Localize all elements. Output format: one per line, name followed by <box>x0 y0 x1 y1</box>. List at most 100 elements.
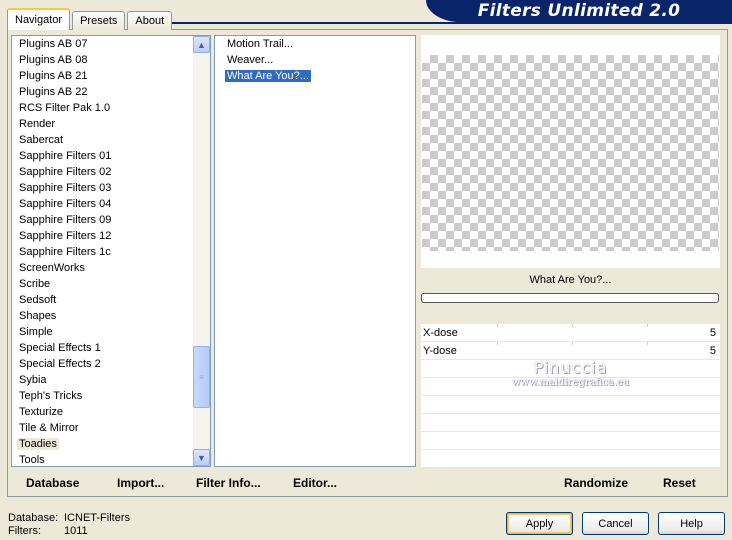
param-label: Y-dose <box>423 345 457 357</box>
cancel-button[interactable]: Cancel <box>582 512 649 535</box>
category-item[interactable]: Special Effects 2 <box>12 356 192 372</box>
category-label: Sapphire Filters 01 <box>19 150 112 162</box>
reset-button[interactable]: Reset <box>663 476 696 490</box>
slider-tick <box>572 324 573 327</box>
param-row-x-dose[interactable]: X-dose 5 <box>421 324 720 342</box>
category-item[interactable]: Plugins AB 22 <box>12 84 192 100</box>
filters-count: 1011 <box>64 525 88 537</box>
randomize-button[interactable]: Randomize <box>564 476 628 490</box>
category-label: Plugins AB 07 <box>19 38 88 50</box>
category-item[interactable]: Sapphire Filters 01 <box>12 148 192 164</box>
progress-bar <box>421 293 719 303</box>
category-label: Shapes <box>19 310 57 322</box>
filter-label: What Are You?... <box>225 70 311 82</box>
category-item[interactable]: Render <box>12 116 192 132</box>
category-item[interactable]: Tools <box>12 452 192 466</box>
category-item[interactable]: Toadies <box>12 436 192 452</box>
filter-label: Motion Trail... <box>227 38 294 50</box>
scroll-up-arrow-icon[interactable]: ▲ <box>193 36 210 53</box>
tab-navigator[interactable]: Navigator <box>7 8 71 30</box>
category-label: Sapphire Filters 03 <box>19 182 112 194</box>
list-actions-bar: Database Import... Filter Info... Editor… <box>11 470 416 495</box>
header-divider <box>168 22 732 24</box>
apply-button[interactable]: Apply <box>506 512 573 535</box>
category-label: Plugins AB 21 <box>19 70 88 82</box>
category-item[interactable]: Teph's Tricks <box>12 388 192 404</box>
param-row-empty <box>421 360 720 378</box>
slider-tick <box>647 342 648 345</box>
category-label: Plugins AB 08 <box>19 54 88 66</box>
slider-tick <box>497 324 498 327</box>
category-label: Scribe <box>19 278 51 290</box>
category-label: Sapphire Filters 09 <box>19 214 112 226</box>
category-list[interactable]: Plugins AB 07 Plugins AB 08 Plugins AB 21 P… <box>11 35 211 467</box>
category-item[interactable]: Shapes <box>12 308 192 324</box>
category-item[interactable]: Simple <box>12 324 192 340</box>
category-item[interactable]: Plugins AB 07 <box>12 36 192 52</box>
category-scrollbar[interactable]: ▲ ≡ ▼ <box>193 36 210 466</box>
param-row-empty <box>421 378 720 396</box>
category-item[interactable]: Special Effects 1 <box>12 340 192 356</box>
category-label: Special Effects 2 <box>19 358 101 370</box>
category-item[interactable]: Plugins AB 08 <box>12 52 192 68</box>
filter-item[interactable]: Motion Trail... <box>215 36 415 52</box>
category-item[interactable]: Sedsoft <box>12 292 192 308</box>
category-label: Teph's Tricks <box>19 390 83 402</box>
database-value: ICNET-Filters <box>64 512 130 524</box>
param-row-empty <box>421 450 720 468</box>
category-item[interactable]: Sapphire Filters 03 <box>12 180 192 196</box>
editor-button[interactable]: Editor... <box>293 476 337 490</box>
param-value: 5 <box>709 327 716 339</box>
slider-tick <box>572 342 573 345</box>
category-item[interactable]: RCS Filter Pak 1.0 <box>12 100 192 116</box>
database-button[interactable]: Database <box>26 476 79 490</box>
filter-item[interactable]: Weaver... <box>215 52 415 68</box>
filter-item[interactable]: What Are You?... <box>215 68 415 84</box>
preview-transparency-grid <box>422 55 719 251</box>
category-label: ScreenWorks <box>19 262 85 274</box>
category-item[interactable]: ScreenWorks <box>12 260 192 276</box>
category-item[interactable]: Sapphire Filters 12 <box>12 228 192 244</box>
param-row-y-dose[interactable]: Y-dose 5 <box>421 342 720 360</box>
category-label: RCS Filter Pak 1.0 <box>19 102 111 114</box>
parameter-panel: X-dose 5 Y-dose 5 <box>421 324 720 468</box>
category-label: Sedsoft <box>19 294 57 306</box>
slider-tick <box>647 324 648 327</box>
tab-presets[interactable]: Presets <box>72 11 126 30</box>
scroll-down-arrow-icon[interactable]: ▼ <box>193 449 210 466</box>
filter-info-button[interactable]: Filter Info... <box>196 476 261 490</box>
category-label: Sapphire Filters 12 <box>19 230 112 242</box>
header-banner: Filters Unlimited 2.0 <box>426 0 732 22</box>
category-label: Tools <box>19 454 45 466</box>
category-item[interactable]: Sybia <box>12 372 192 388</box>
category-items: Plugins AB 07 Plugins AB 08 Plugins AB 21 P… <box>12 36 192 466</box>
category-item[interactable]: Sabercat <box>12 132 192 148</box>
category-item[interactable]: Sapphire Filters 1c <box>12 244 192 260</box>
help-button[interactable]: Help <box>658 512 725 535</box>
category-item[interactable]: Sapphire Filters 04 <box>12 196 192 212</box>
slider-tick <box>497 342 498 345</box>
preview-actions-bar: Randomize Reset <box>421 470 720 495</box>
category-item[interactable]: Sapphire Filters 02 <box>12 164 192 180</box>
tab-strip: Navigator Presets About <box>7 8 174 30</box>
import-button[interactable]: Import... <box>117 476 164 490</box>
param-value: 5 <box>709 345 716 357</box>
param-row-empty <box>421 414 720 432</box>
category-item[interactable]: Sapphire Filters 09 <box>12 212 192 228</box>
selected-filter-title: What Are You?... <box>529 274 612 286</box>
tab-about[interactable]: About <box>127 11 173 30</box>
status-area: Database: ICNET-Filters Filters: 1011 <box>8 512 130 538</box>
filter-list[interactable]: Motion Trail... Weaver... What Are You?... <box>214 35 416 467</box>
category-label: Special Effects 1 <box>19 342 101 354</box>
category-item[interactable]: Texturize <box>12 404 192 420</box>
category-item[interactable]: Plugins AB 21 <box>12 68 192 84</box>
category-label: Simple <box>19 326 53 338</box>
param-label: X-dose <box>423 327 458 339</box>
category-label: Tile & Mirror <box>19 422 79 434</box>
category-item[interactable]: Tile & Mirror <box>12 420 192 436</box>
category-label: Render <box>19 118 56 130</box>
category-item[interactable]: Scribe <box>12 276 192 292</box>
category-label: Sapphire Filters 04 <box>19 198 112 210</box>
scroll-thumb[interactable]: ≡ <box>193 346 210 408</box>
category-label: Sybia <box>19 374 47 386</box>
